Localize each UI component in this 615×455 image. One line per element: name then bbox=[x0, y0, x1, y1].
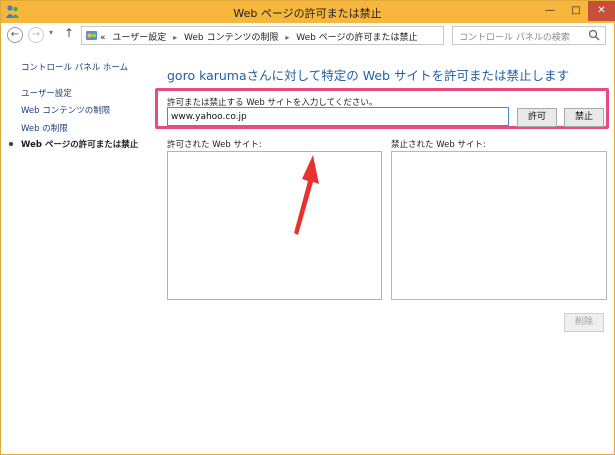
crumb-separator[interactable]: ▸ bbox=[173, 33, 177, 42]
maximize-button[interactable]: □ bbox=[563, 1, 589, 21]
blocked-sites-label: 禁止された Web サイト: bbox=[391, 140, 486, 150]
nav-item-user-settings[interactable]: ユーザー設定 bbox=[21, 87, 72, 99]
crumb-separator[interactable]: ▸ bbox=[285, 33, 289, 42]
allowed-sites-list[interactable] bbox=[167, 151, 382, 300]
up-button[interactable]: ↑ bbox=[64, 26, 74, 40]
red-arrow-annotation bbox=[294, 155, 319, 235]
minimize-button[interactable]: — bbox=[537, 1, 563, 21]
control-panel-window: Web ページの許可または禁止 — □ ✕ ← → ▾ ↑ « ユーザー設定 ▸… bbox=[0, 0, 615, 455]
crumb-overflow[interactable]: « bbox=[100, 33, 106, 43]
page-title: goro karumaさんに対して特定の Web サイトを許可または禁止します bbox=[167, 68, 569, 83]
address-bar: ← → ▾ ↑ « ユーザー設定 ▸ Web コンテンツの制限 ▸ Web ペー… bbox=[1, 23, 614, 48]
website-input[interactable] bbox=[167, 107, 509, 126]
search-box[interactable]: コントロール パネルの検索 bbox=[452, 26, 606, 45]
allow-button[interactable]: 許可 bbox=[517, 108, 557, 127]
window-title: Web ページの許可または禁止 bbox=[233, 7, 382, 20]
breadcrumb: « ユーザー設定 ▸ Web コンテンツの制限 ▸ Web ページの許可または禁… bbox=[100, 30, 418, 43]
title-bar[interactable]: Web ページの許可または禁止 — □ ✕ bbox=[1, 1, 615, 23]
nav-item-web-limit[interactable]: Web の制限 bbox=[21, 122, 68, 134]
close-button[interactable]: ✕ bbox=[588, 1, 615, 21]
delete-button[interactable]: 削除 bbox=[564, 313, 604, 332]
left-navigation: コントロール パネル ホーム ユーザー設定 Web コンテンツの制限 Web の… bbox=[1, 51, 151, 451]
allowed-sites-label: 許可された Web サイト: bbox=[167, 140, 262, 150]
block-button[interactable]: 禁止 bbox=[564, 108, 604, 127]
nav-control-panel-home[interactable]: コントロール パネル ホーム bbox=[21, 61, 128, 73]
back-button[interactable]: ← bbox=[7, 27, 23, 43]
control-panel-icon bbox=[86, 31, 97, 40]
nav-item-web-content-limit[interactable]: Web コンテンツの制限 bbox=[21, 104, 110, 116]
crumb-web-content-limit[interactable]: Web コンテンツの制限 bbox=[184, 33, 278, 43]
forward-button[interactable]: → bbox=[28, 27, 44, 43]
blocked-sites-list[interactable] bbox=[391, 151, 607, 300]
nav-item-allow-block-pages[interactable]: Web ページの許可または禁止 bbox=[21, 138, 138, 150]
crumb-allow-block-pages[interactable]: Web ページの許可または禁止 bbox=[296, 33, 417, 43]
recent-locations-dropdown[interactable]: ▾ bbox=[49, 28, 53, 37]
search-icon[interactable] bbox=[588, 29, 600, 41]
search-input[interactable]: コントロール パネルの検索 bbox=[459, 30, 570, 43]
current-page-bullet bbox=[9, 142, 13, 146]
address-field[interactable]: « ユーザー設定 ▸ Web コンテンツの制限 ▸ Web ページの許可または禁… bbox=[81, 26, 518, 45]
crumb-user-settings[interactable]: ユーザー設定 bbox=[112, 33, 166, 43]
